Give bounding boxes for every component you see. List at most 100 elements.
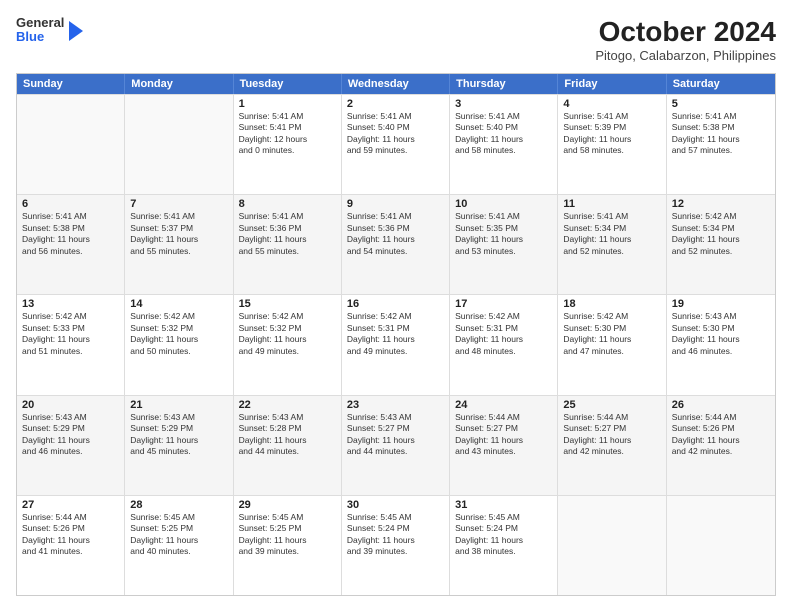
day-cell: 9Sunrise: 5:41 AM Sunset: 5:36 PM Daylig…	[342, 195, 450, 294]
day-info: Sunrise: 5:44 AM Sunset: 5:27 PM Dayligh…	[563, 412, 660, 458]
day-cell: 2Sunrise: 5:41 AM Sunset: 5:40 PM Daylig…	[342, 95, 450, 194]
day-cell: 5Sunrise: 5:41 AM Sunset: 5:38 PM Daylig…	[667, 95, 775, 194]
day-cell: 26Sunrise: 5:44 AM Sunset: 5:26 PM Dayli…	[667, 396, 775, 495]
day-header: Friday	[558, 74, 666, 94]
day-info: Sunrise: 5:41 AM Sunset: 5:41 PM Dayligh…	[239, 111, 336, 157]
logo-blue: Blue	[16, 30, 64, 44]
day-number: 20	[22, 399, 119, 411]
day-number: 23	[347, 399, 444, 411]
day-header: Wednesday	[342, 74, 450, 94]
day-cell	[558, 496, 666, 595]
day-info: Sunrise: 5:41 AM Sunset: 5:38 PM Dayligh…	[672, 111, 770, 157]
day-cell: 10Sunrise: 5:41 AM Sunset: 5:35 PM Dayli…	[450, 195, 558, 294]
main-title: October 2024	[595, 16, 776, 48]
day-cell: 24Sunrise: 5:44 AM Sunset: 5:27 PM Dayli…	[450, 396, 558, 495]
day-cell: 21Sunrise: 5:43 AM Sunset: 5:29 PM Dayli…	[125, 396, 233, 495]
day-number: 17	[455, 298, 552, 310]
day-info: Sunrise: 5:45 AM Sunset: 5:24 PM Dayligh…	[455, 512, 552, 558]
day-number: 31	[455, 499, 552, 511]
day-info: Sunrise: 5:44 AM Sunset: 5:26 PM Dayligh…	[672, 412, 770, 458]
day-info: Sunrise: 5:41 AM Sunset: 5:40 PM Dayligh…	[347, 111, 444, 157]
day-number: 2	[347, 98, 444, 110]
day-cell: 20Sunrise: 5:43 AM Sunset: 5:29 PM Dayli…	[17, 396, 125, 495]
day-cell: 22Sunrise: 5:43 AM Sunset: 5:28 PM Dayli…	[234, 396, 342, 495]
subtitle: Pitogo, Calabarzon, Philippines	[595, 48, 776, 63]
day-cell: 30Sunrise: 5:45 AM Sunset: 5:24 PM Dayli…	[342, 496, 450, 595]
day-cell: 19Sunrise: 5:43 AM Sunset: 5:30 PM Dayli…	[667, 295, 775, 394]
day-number: 29	[239, 499, 336, 511]
logo: General Blue	[16, 16, 83, 45]
day-headers: SundayMondayTuesdayWednesdayThursdayFrid…	[17, 74, 775, 94]
day-cell: 28Sunrise: 5:45 AM Sunset: 5:25 PM Dayli…	[125, 496, 233, 595]
day-info: Sunrise: 5:41 AM Sunset: 5:36 PM Dayligh…	[347, 211, 444, 257]
day-cell: 27Sunrise: 5:44 AM Sunset: 5:26 PM Dayli…	[17, 496, 125, 595]
day-info: Sunrise: 5:41 AM Sunset: 5:37 PM Dayligh…	[130, 211, 227, 257]
day-number: 18	[563, 298, 660, 310]
calendar: SundayMondayTuesdayWednesdayThursdayFrid…	[16, 73, 776, 596]
day-number: 28	[130, 499, 227, 511]
day-number: 26	[672, 399, 770, 411]
day-number: 3	[455, 98, 552, 110]
day-cell: 13Sunrise: 5:42 AM Sunset: 5:33 PM Dayli…	[17, 295, 125, 394]
day-number: 19	[672, 298, 770, 310]
day-info: Sunrise: 5:42 AM Sunset: 5:31 PM Dayligh…	[347, 311, 444, 357]
day-info: Sunrise: 5:44 AM Sunset: 5:27 PM Dayligh…	[455, 412, 552, 458]
week-row: 1Sunrise: 5:41 AM Sunset: 5:41 PM Daylig…	[17, 94, 775, 194]
day-cell: 31Sunrise: 5:45 AM Sunset: 5:24 PM Dayli…	[450, 496, 558, 595]
day-cell: 12Sunrise: 5:42 AM Sunset: 5:34 PM Dayli…	[667, 195, 775, 294]
day-number: 6	[22, 198, 119, 210]
day-info: Sunrise: 5:43 AM Sunset: 5:27 PM Dayligh…	[347, 412, 444, 458]
day-number: 21	[130, 399, 227, 411]
day-header: Sunday	[17, 74, 125, 94]
day-info: Sunrise: 5:43 AM Sunset: 5:30 PM Dayligh…	[672, 311, 770, 357]
day-info: Sunrise: 5:44 AM Sunset: 5:26 PM Dayligh…	[22, 512, 119, 558]
day-cell: 15Sunrise: 5:42 AM Sunset: 5:32 PM Dayli…	[234, 295, 342, 394]
day-header: Tuesday	[234, 74, 342, 94]
logo-text: General Blue	[16, 16, 64, 45]
title-section: October 2024 Pitogo, Calabarzon, Philipp…	[595, 16, 776, 63]
day-number: 9	[347, 198, 444, 210]
logo-general: General	[16, 16, 64, 30]
day-info: Sunrise: 5:41 AM Sunset: 5:40 PM Dayligh…	[455, 111, 552, 157]
day-header: Thursday	[450, 74, 558, 94]
day-info: Sunrise: 5:41 AM Sunset: 5:38 PM Dayligh…	[22, 211, 119, 257]
day-number: 30	[347, 499, 444, 511]
day-cell: 17Sunrise: 5:42 AM Sunset: 5:31 PM Dayli…	[450, 295, 558, 394]
day-info: Sunrise: 5:42 AM Sunset: 5:33 PM Dayligh…	[22, 311, 119, 357]
day-number: 16	[347, 298, 444, 310]
day-info: Sunrise: 5:41 AM Sunset: 5:36 PM Dayligh…	[239, 211, 336, 257]
day-number: 12	[672, 198, 770, 210]
day-info: Sunrise: 5:42 AM Sunset: 5:32 PM Dayligh…	[130, 311, 227, 357]
day-cell: 7Sunrise: 5:41 AM Sunset: 5:37 PM Daylig…	[125, 195, 233, 294]
day-info: Sunrise: 5:42 AM Sunset: 5:34 PM Dayligh…	[672, 211, 770, 257]
day-cell: 8Sunrise: 5:41 AM Sunset: 5:36 PM Daylig…	[234, 195, 342, 294]
day-number: 11	[563, 198, 660, 210]
day-info: Sunrise: 5:41 AM Sunset: 5:35 PM Dayligh…	[455, 211, 552, 257]
day-info: Sunrise: 5:45 AM Sunset: 5:25 PM Dayligh…	[239, 512, 336, 558]
day-number: 1	[239, 98, 336, 110]
day-number: 14	[130, 298, 227, 310]
day-cell: 6Sunrise: 5:41 AM Sunset: 5:38 PM Daylig…	[17, 195, 125, 294]
day-info: Sunrise: 5:45 AM Sunset: 5:25 PM Dayligh…	[130, 512, 227, 558]
day-cell: 3Sunrise: 5:41 AM Sunset: 5:40 PM Daylig…	[450, 95, 558, 194]
week-row: 20Sunrise: 5:43 AM Sunset: 5:29 PM Dayli…	[17, 395, 775, 495]
day-info: Sunrise: 5:42 AM Sunset: 5:30 PM Dayligh…	[563, 311, 660, 357]
day-info: Sunrise: 5:43 AM Sunset: 5:29 PM Dayligh…	[130, 412, 227, 458]
day-info: Sunrise: 5:45 AM Sunset: 5:24 PM Dayligh…	[347, 512, 444, 558]
day-header: Saturday	[667, 74, 775, 94]
day-cell: 18Sunrise: 5:42 AM Sunset: 5:30 PM Dayli…	[558, 295, 666, 394]
day-cell	[667, 496, 775, 595]
day-number: 5	[672, 98, 770, 110]
page-header: General Blue October 2024 Pitogo, Calaba…	[16, 16, 776, 63]
day-cell: 25Sunrise: 5:44 AM Sunset: 5:27 PM Dayli…	[558, 396, 666, 495]
day-info: Sunrise: 5:41 AM Sunset: 5:34 PM Dayligh…	[563, 211, 660, 257]
day-info: Sunrise: 5:42 AM Sunset: 5:31 PM Dayligh…	[455, 311, 552, 357]
day-cell: 1Sunrise: 5:41 AM Sunset: 5:41 PM Daylig…	[234, 95, 342, 194]
day-number: 7	[130, 198, 227, 210]
day-info: Sunrise: 5:43 AM Sunset: 5:29 PM Dayligh…	[22, 412, 119, 458]
day-number: 27	[22, 499, 119, 511]
day-cell	[17, 95, 125, 194]
day-cell	[125, 95, 233, 194]
day-number: 24	[455, 399, 552, 411]
day-number: 10	[455, 198, 552, 210]
